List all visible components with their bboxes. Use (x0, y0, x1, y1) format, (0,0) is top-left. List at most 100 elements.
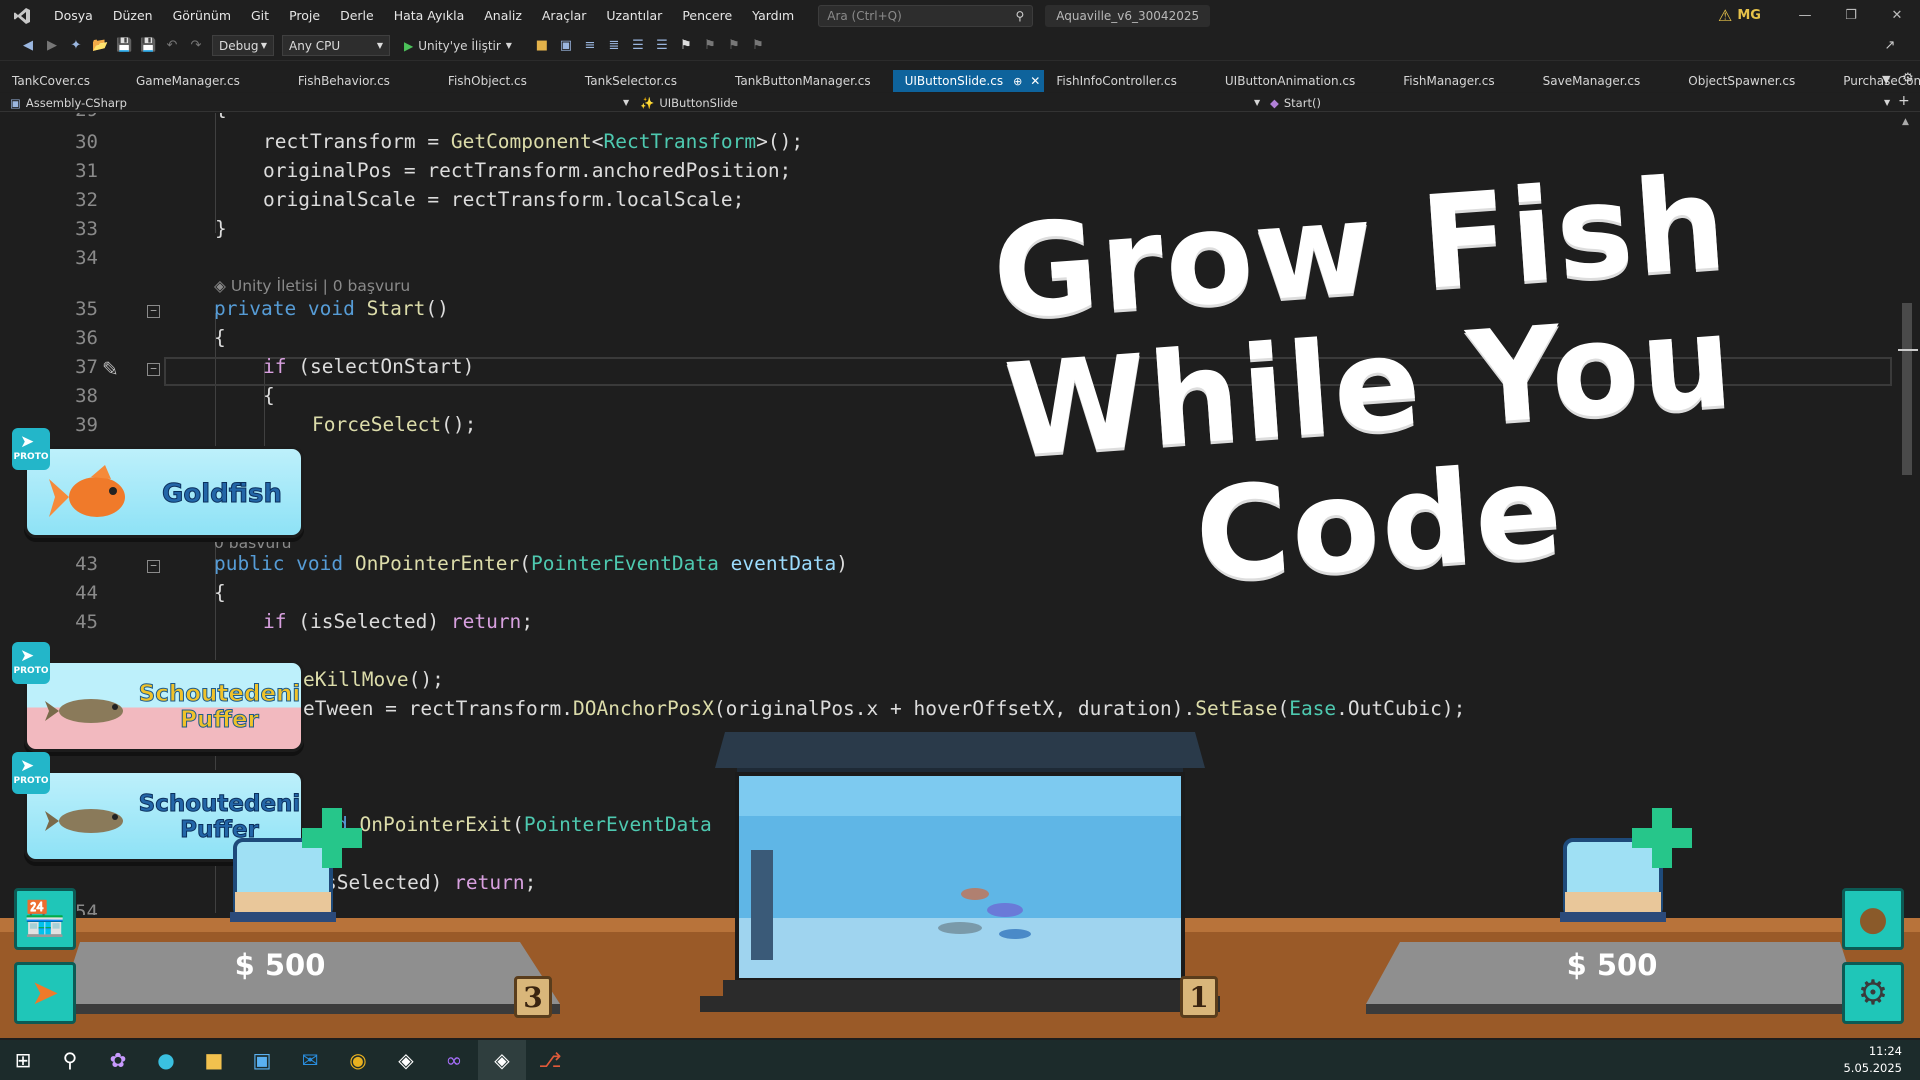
taskbar-unity-editor[interactable]: ◈ (478, 1040, 526, 1080)
main-aquarium[interactable] (715, 722, 1205, 1012)
indent-icon[interactable]: ≣ (606, 38, 622, 53)
align-icon[interactable]: ≡ (582, 38, 598, 53)
tab-fishmanager[interactable]: FishManager.cs (1391, 70, 1530, 92)
taskbar-search-button[interactable]: ⚲ (46, 1040, 94, 1080)
tab-tankbuttonmanager[interactable]: TankButtonManager.cs (723, 70, 893, 92)
tab-tankcover[interactable]: TankCover.cs (0, 70, 102, 92)
menu-help[interactable]: Yardım (742, 0, 804, 31)
brush-icon[interactable]: ✎ (102, 357, 119, 381)
right-tank-price: $ 500 (1566, 948, 1658, 982)
back-icon[interactable]: ◀ (20, 38, 36, 53)
add-tank-right-icon[interactable] (1632, 808, 1692, 868)
tab-gamemanager[interactable]: GameManager.cs (102, 70, 286, 92)
tab-savemanager[interactable]: SaveManager.cs (1531, 70, 1677, 92)
start-button[interactable]: ⊞ (0, 1040, 46, 1080)
screenshot-icon[interactable]: ▣ (558, 38, 574, 53)
taskbar-file-explorer[interactable]: ■ (190, 1040, 238, 1080)
member-dropdown[interactable]: ◆ Start() ▼ (1270, 93, 1890, 112)
settings-icon[interactable]: ⚙ (1902, 71, 1914, 86)
visual-studio-logo-icon[interactable] (0, 0, 44, 31)
close-tab-icon[interactable]: ✕ (1030, 74, 1040, 88)
scroll-up-icon[interactable]: ▲ (1902, 117, 1909, 127)
tab-uibuttonslide[interactable]: UIButtonSlide.cs ⊕ ✕ (892, 70, 1045, 92)
split-editor-icon[interactable]: + (1898, 93, 1910, 109)
project-name: Assembly-CSharp (25, 95, 127, 110)
taskbar-edge[interactable]: ● (142, 1040, 190, 1080)
pin-icon[interactable]: ⊕ (1013, 75, 1022, 88)
tab-tankselector[interactable]: TankSelector.cs (573, 70, 723, 92)
platform-dropdown[interactable]: Any CPU ▼ (282, 35, 390, 56)
open-folder-icon[interactable]: 📂 (92, 38, 108, 53)
live-share-icon[interactable]: ↗ (1882, 38, 1898, 53)
code-line: eKillMove(); (303, 668, 444, 691)
menu-analyze[interactable]: Analiz (474, 0, 532, 31)
taskbar-copilot[interactable]: ✿ (94, 1040, 142, 1080)
attach-to-unity-button[interactable]: ▶ Unity'ye İliştir ▼ (404, 39, 512, 53)
taskbar-chrome[interactable]: ◉ (334, 1040, 382, 1080)
code-token: OnPointerExit (359, 813, 513, 836)
minimize-button[interactable]: — (1782, 0, 1828, 31)
code-token: public void (214, 552, 355, 575)
menu-window[interactable]: Pencere (672, 0, 742, 31)
menu-project[interactable]: Proje (279, 0, 330, 31)
folder-icon[interactable]: ■ (534, 38, 550, 53)
bookmark-icon[interactable]: ⚑ (678, 38, 694, 53)
comment-icon[interactable]: ☰ (630, 38, 646, 53)
scrollbar-thumb[interactable] (1902, 303, 1912, 475)
save-all-icon[interactable]: 💾 (140, 38, 156, 53)
bookmark-next-icon[interactable]: ⚑ (726, 38, 742, 53)
tab-uibuttonanimation[interactable]: UIButtonAnimation.cs (1213, 70, 1391, 92)
vertical-scrollbar[interactable]: ▲ (1896, 113, 1920, 920)
class-dropdown[interactable]: ✨ UIButtonSlide ▼ (640, 93, 1260, 112)
settings-button[interactable]: ⚙ (1842, 962, 1904, 1024)
configuration-dropdown[interactable]: Debug ▼ (212, 35, 274, 56)
fish-button-goldfish[interactable]: Goldfish (24, 446, 304, 538)
menu-git[interactable]: Git (241, 0, 279, 31)
restore-button[interactable]: ❐ (1828, 0, 1874, 31)
menu-build[interactable]: Derle (330, 0, 384, 31)
proto-badge: ➤ PROTO (12, 752, 50, 794)
redo-icon[interactable]: ↷ (188, 38, 204, 53)
menu-debug[interactable]: Hata Ayıkla (384, 0, 475, 31)
chevron-down-icon: ▼ (623, 98, 630, 107)
tab-fishbehavior[interactable]: FishBehavior.cs (286, 70, 436, 92)
codelens-unity-message[interactable]: ◈ Unity İletisi | 0 başvuru (214, 277, 410, 295)
menu-edit[interactable]: Düzen (103, 0, 163, 31)
new-project-icon[interactable]: ✦ (68, 38, 84, 53)
tab-fishinfocontroller[interactable]: FishInfoController.cs (1044, 70, 1213, 92)
menu-extensions[interactable]: Uzantılar (596, 0, 672, 31)
tab-overflow-icon[interactable]: ▼ (1882, 73, 1890, 86)
user-badge[interactable]: ⚠ MG (1718, 6, 1761, 25)
uncomment-icon[interactable]: ☰ (654, 38, 670, 53)
code-token: eventData (718, 552, 837, 575)
class-icon: ✨ (640, 95, 655, 110)
bookmark-clear-icon[interactable]: ⚑ (750, 38, 766, 53)
taskbar-outlook[interactable]: ✉ (286, 1040, 334, 1080)
fish-button-schoutedeni-puffer[interactable]: Schoutedeni Puffer (24, 660, 304, 752)
system-clock[interactable]: 11:24 5.05.2025 (1843, 1043, 1902, 1077)
menu-tools[interactable]: Araçlar (532, 0, 597, 31)
fold-toggle[interactable]: − (147, 305, 160, 318)
bookmark-prev-icon[interactable]: ⚑ (702, 38, 718, 53)
taskbar-git-client[interactable]: ⎇ (526, 1040, 574, 1080)
food-button[interactable]: ● (1842, 888, 1904, 950)
undo-icon[interactable]: ↶ (164, 38, 180, 53)
tab-objectspawner[interactable]: ObjectSpawner.cs (1676, 70, 1831, 92)
fish-list-button[interactable]: ➤ (14, 962, 76, 1024)
fold-toggle[interactable]: − (147, 560, 160, 573)
close-window-button[interactable]: ✕ (1874, 0, 1920, 31)
configuration-value: Debug (219, 38, 259, 53)
search-input[interactable]: Ara (Ctrl+Q) ⚲ (818, 4, 1034, 27)
shop-button[interactable]: 🏪 (14, 888, 76, 950)
save-icon[interactable]: 💾 (116, 38, 132, 53)
taskbar-store[interactable]: ▣ (238, 1040, 286, 1080)
menu-file[interactable]: Dosya (44, 0, 103, 31)
menu-view[interactable]: Görünüm (163, 0, 241, 31)
fold-toggle[interactable]: − (147, 363, 160, 376)
add-tank-left-icon[interactable] (302, 808, 362, 868)
tab-fishobject[interactable]: FishObject.cs (436, 70, 573, 92)
taskbar-unity-hub[interactable]: ◈ (382, 1040, 430, 1080)
forward-icon[interactable]: ▶ (44, 38, 60, 53)
taskbar-visual-studio[interactable]: ∞ (430, 1040, 478, 1080)
project-dropdown[interactable]: ▣ Assembly-CSharp ▼ (10, 93, 630, 112)
